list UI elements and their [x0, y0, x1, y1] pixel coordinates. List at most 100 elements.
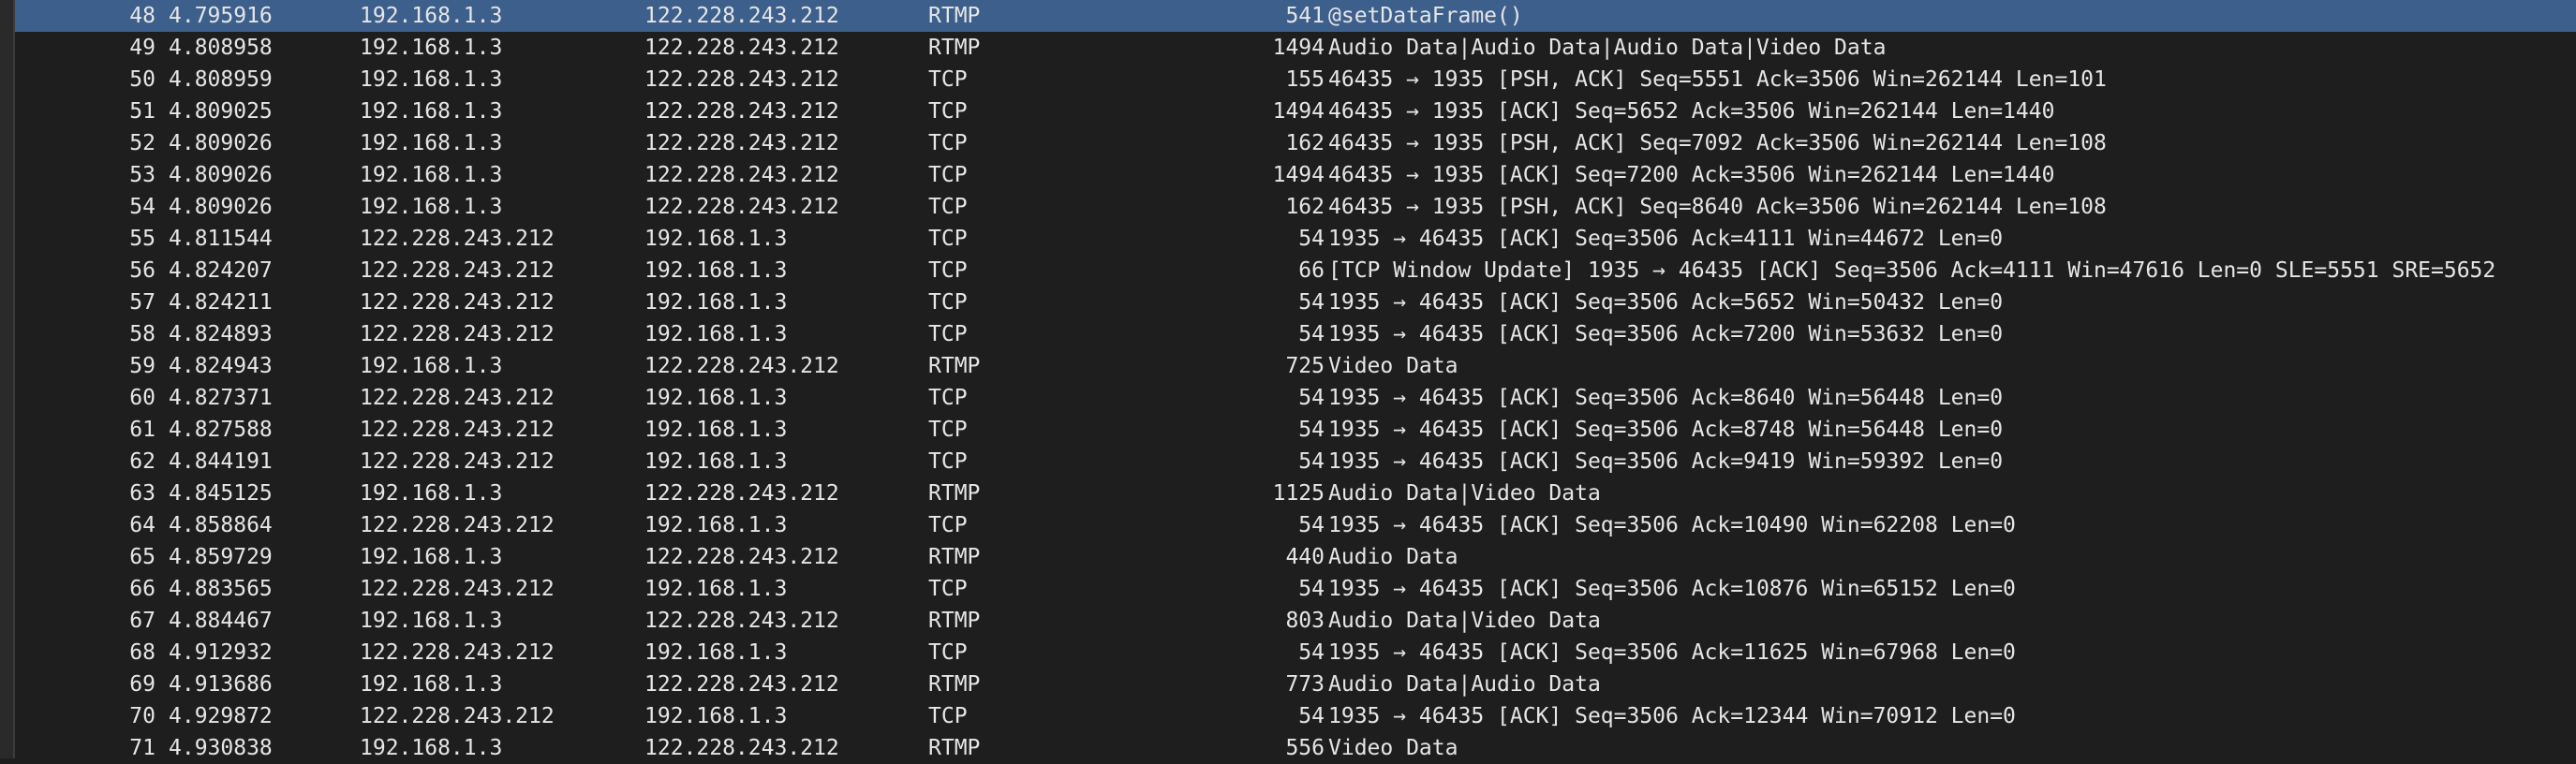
packet-row[interactable]: 49 4.808958 192.168.1.3 122.228.243.212 RTMP…: [15, 32, 2576, 64]
packet-protocol: RTMP: [928, 672, 981, 697]
packet-length: 541: [1285, 4, 1325, 28]
packet-number: 56: [129, 258, 155, 283]
packet-row[interactable]: 69 4.913686 192.168.1.3 122.228.243.212 RTMP…: [15, 668, 2576, 700]
packet-protocol: TCP: [928, 258, 968, 283]
packet-info: 46435 → 1935 [PSH, ACK] Seq=5551 Ack=350…: [1328, 67, 2107, 92]
packet-protocol: TCP: [928, 513, 968, 537]
packet-destination: 192.168.1.3: [644, 322, 788, 346]
packet-destination: 122.228.243.212: [644, 4, 839, 28]
packet-number: 59: [129, 354, 155, 378]
packet-info: 1935 → 46435 [ACK] Seq=3506 Ack=7200 Win…: [1328, 322, 2004, 346]
packet-protocol: TCP: [928, 418, 968, 442]
packet-source: 192.168.1.3: [360, 36, 503, 60]
packet-protocol: TCP: [928, 386, 968, 410]
packet-destination: 122.228.243.212: [644, 99, 839, 124]
packet-row-selected[interactable]: 48 4.795916 192.168.1.3 122.228.243.212 RTMP…: [15, 0, 2576, 32]
packet-row[interactable]: 65 4.859729 192.168.1.3 122.228.243.212 RTMP…: [15, 541, 2576, 573]
packet-row[interactable]: 50 4.808959 192.168.1.3 122.228.243.212 TCP 1…: [15, 64, 2576, 96]
packet-info: 1935 → 46435 [ACK] Seq=3506 Ack=4111 Win…: [1328, 227, 2004, 251]
packet-destination: 122.228.243.212: [644, 481, 839, 506]
packet-row[interactable]: 70 4.929872 122.228.243.212 192.168.1.3 TCP 5…: [15, 700, 2576, 732]
packet-source: 192.168.1.3: [360, 4, 503, 28]
packet-length: 54: [1298, 290, 1325, 315]
packet-number: 64: [129, 513, 155, 537]
packet-info: [TCP Window Update] 1935 → 46435 [ACK] S…: [1328, 258, 2496, 283]
packet-source: 192.168.1.3: [360, 163, 503, 187]
packet-protocol: TCP: [928, 99, 968, 124]
packet-row[interactable]: 66 4.883565 122.228.243.212 192.168.1.3 TCP 5…: [15, 573, 2576, 605]
packet-number: 58: [129, 322, 155, 346]
packet-list[interactable]: 48 4.795916 192.168.1.3 122.228.243.212 RTMP…: [15, 0, 2576, 764]
packet-protocol: TCP: [928, 449, 968, 474]
packet-info: 1935 → 46435 [ACK] Seq=3506 Ack=12344 Wi…: [1328, 704, 2016, 728]
packet-protocol: RTMP: [928, 481, 981, 506]
packet-protocol: TCP: [928, 640, 968, 665]
packet-source: 122.228.243.212: [360, 577, 555, 601]
packet-row[interactable]: 52 4.809026 192.168.1.3 122.228.243.212 TCP 1…: [15, 127, 2576, 159]
packet-destination: 192.168.1.3: [644, 577, 788, 601]
packet-number: 51: [129, 99, 155, 124]
packet-number: 65: [129, 545, 155, 569]
packet-row[interactable]: 55 4.811544 122.228.243.212 192.168.1.3 TCP 5…: [15, 223, 2576, 255]
packet-time: 4.912932: [169, 640, 273, 665]
packet-info: Audio Data|Audio Data: [1328, 672, 1601, 697]
packet-source: 122.228.243.212: [360, 704, 555, 728]
packet-length: 54: [1298, 449, 1325, 474]
packet-protocol: TCP: [928, 290, 968, 315]
packet-destination: 122.228.243.212: [644, 195, 839, 219]
packet-time: 4.824893: [169, 322, 273, 346]
packet-info: Audio Data|Video Data: [1328, 609, 1601, 633]
packet-destination: 192.168.1.3: [644, 258, 788, 283]
packet-row[interactable]: 68 4.912932 122.228.243.212 192.168.1.3 TCP 5…: [15, 637, 2576, 668]
packet-row[interactable]: 56 4.824207 122.228.243.212 192.168.1.3 TCP 6…: [15, 255, 2576, 286]
packet-row[interactable]: 57 4.824211 122.228.243.212 192.168.1.3 TCP 5…: [15, 286, 2576, 318]
packet-length: 54: [1298, 322, 1325, 346]
packet-length: 773: [1285, 672, 1325, 697]
packet-number: 61: [129, 418, 155, 442]
packet-destination: 122.228.243.212: [644, 163, 839, 187]
packet-length: 54: [1298, 227, 1325, 251]
packet-time: 4.929872: [169, 704, 273, 728]
packet-number: 49: [129, 36, 155, 60]
packet-row[interactable]: 58 4.824893 122.228.243.212 192.168.1.3 TCP 5…: [15, 318, 2576, 350]
packet-info: 46435 → 1935 [PSH, ACK] Seq=7092 Ack=350…: [1328, 131, 2107, 155]
packet-time: 4.844191: [169, 449, 273, 474]
packet-source: 192.168.1.3: [360, 131, 503, 155]
packet-length: 54: [1298, 577, 1325, 601]
packet-time: 4.884467: [169, 609, 273, 633]
packet-number: 60: [129, 386, 155, 410]
packet-length: 1494: [1272, 36, 1325, 60]
packet-destination: 192.168.1.3: [644, 513, 788, 537]
packet-row[interactable]: 61 4.827588 122.228.243.212 192.168.1.3 TCP 5…: [15, 414, 2576, 446]
packet-source: 122.228.243.212: [360, 386, 555, 410]
packet-number: 48: [129, 4, 155, 28]
packet-destination: 192.168.1.3: [644, 449, 788, 474]
packet-source: 122.228.243.212: [360, 449, 555, 474]
packet-row[interactable]: 63 4.845125 192.168.1.3 122.228.243.212 RTMP…: [15, 478, 2576, 509]
packet-source: 192.168.1.3: [360, 99, 503, 124]
packet-time: 4.824207: [169, 258, 273, 283]
packet-destination: 122.228.243.212: [644, 609, 839, 633]
packet-info: 46435 → 1935 [PSH, ACK] Seq=8640 Ack=350…: [1328, 195, 2107, 219]
packet-info: 1935 → 46435 [ACK] Seq=3506 Ack=5652 Win…: [1328, 290, 2004, 315]
packet-number: 52: [129, 131, 155, 155]
packet-destination: 122.228.243.212: [644, 672, 839, 697]
packet-row[interactable]: 71 4.930838 192.168.1.3 122.228.243.212 RTMP…: [15, 732, 2576, 764]
packet-time: 4.858864: [169, 513, 273, 537]
packet-row[interactable]: 60 4.827371 122.228.243.212 192.168.1.3 TCP 5…: [15, 382, 2576, 414]
packet-row[interactable]: 67 4.884467 192.168.1.3 122.228.243.212 RTMP…: [15, 605, 2576, 637]
packet-destination: 122.228.243.212: [644, 36, 839, 60]
packet-row[interactable]: 53 4.809026 192.168.1.3 122.228.243.212 TCP 1…: [15, 159, 2576, 191]
packet-number: 67: [129, 609, 155, 633]
packet-time: 4.824211: [169, 290, 273, 315]
packet-row[interactable]: 62 4.844191 122.228.243.212 192.168.1.3 TCP 5…: [15, 446, 2576, 478]
packet-row[interactable]: 54 4.809026 192.168.1.3 122.228.243.212 TCP 1…: [15, 191, 2576, 223]
packet-length: 54: [1298, 386, 1325, 410]
packet-info: 1935 → 46435 [ACK] Seq=3506 Ack=10490 Wi…: [1328, 513, 2016, 537]
packet-row[interactable]: 59 4.824943 192.168.1.3 122.228.243.212 RTMP…: [15, 350, 2576, 382]
packet-number: 63: [129, 481, 155, 506]
packet-time: 4.930838: [169, 736, 273, 760]
packet-source: 192.168.1.3: [360, 67, 503, 92]
packet-row[interactable]: 51 4.809025 192.168.1.3 122.228.243.212 TCP 1…: [15, 96, 2576, 127]
packet-row[interactable]: 64 4.858864 122.228.243.212 192.168.1.3 TCP 5…: [15, 509, 2576, 541]
